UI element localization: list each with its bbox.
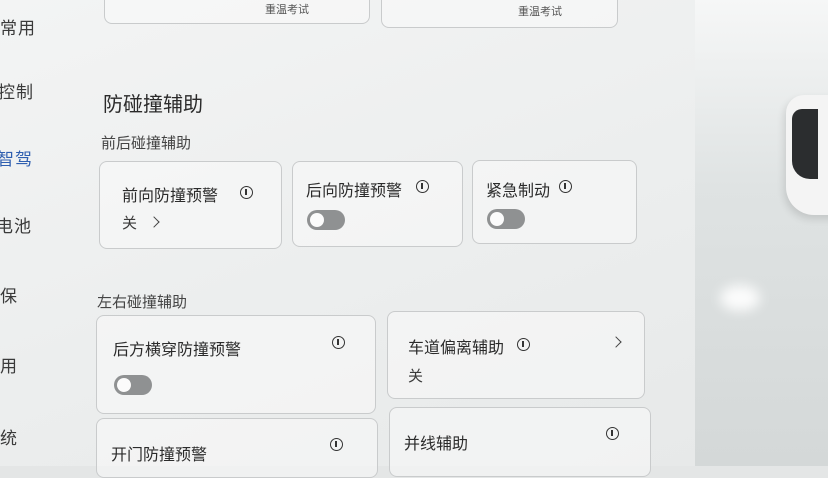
toggle-switch[interactable] xyxy=(487,209,525,229)
sidebar-item-smart-driving[interactable]: 智驾 xyxy=(0,145,33,170)
status-value: 关 xyxy=(408,367,424,385)
card-rear-collision-warning[interactable]: 后向防撞预警 xyxy=(292,161,463,247)
info-icon[interactable] xyxy=(606,427,619,440)
card-lane-departure-assist[interactable]: 车道偏离辅助 关 xyxy=(387,311,645,399)
toggle-switch[interactable] xyxy=(114,375,152,395)
toggle-knob xyxy=(117,378,131,392)
sidebar-item-system[interactable]: 统 xyxy=(0,424,18,449)
top-card-left[interactable]: 重温考试 xyxy=(104,0,370,24)
sidebar-item-general[interactable]: 用 xyxy=(0,352,18,377)
sidebar-item-common[interactable]: 常用 xyxy=(0,14,36,39)
toggle-knob xyxy=(310,213,324,227)
desk-object xyxy=(786,95,828,215)
info-icon[interactable] xyxy=(330,438,343,451)
info-icon[interactable] xyxy=(559,180,572,193)
toggle-switch[interactable] xyxy=(307,210,345,230)
info-icon[interactable] xyxy=(332,336,345,349)
top-card-right-caption: 重温考试 xyxy=(518,5,562,18)
card-label: 并线辅助 xyxy=(404,434,469,453)
card-forward-collision-warning[interactable]: 前向防撞预警 关 xyxy=(99,161,282,249)
sidebar-item-maintenance[interactable]: 保 xyxy=(0,282,18,307)
card-door-open-warning[interactable]: 开门防撞预警 xyxy=(96,418,378,478)
card-label: 车道偏离辅助 xyxy=(408,338,505,357)
group-title-left-right: 左右碰撞辅助 xyxy=(97,293,188,311)
card-lane-change-assist[interactable]: 并线辅助 xyxy=(389,407,651,477)
info-icon[interactable] xyxy=(240,186,253,199)
card-rear-cross-traffic-warning[interactable]: 后方横穿防撞预警 xyxy=(96,315,376,414)
settings-screen: 常用 控制 智驾 电池 保 用 统 重温考试 重温考试 防碰撞辅助 前后碰撞辅助… xyxy=(0,0,696,478)
desk-background xyxy=(695,0,828,466)
light-glare xyxy=(720,285,760,311)
chevron-right-icon xyxy=(148,216,160,228)
status-value: 关 xyxy=(122,214,138,232)
card-label: 开门防撞预警 xyxy=(111,445,208,464)
card-label: 后向防撞预警 xyxy=(306,181,403,200)
group-title-front-rear: 前后碰撞辅助 xyxy=(101,134,192,152)
desk-object-dark-part xyxy=(792,109,818,179)
sidebar-item-battery[interactable]: 电池 xyxy=(0,212,32,237)
toggle-knob xyxy=(490,212,504,226)
top-card-right[interactable]: 重温考试 xyxy=(381,0,618,28)
top-card-left-caption: 重温考试 xyxy=(265,3,309,16)
info-icon[interactable] xyxy=(416,180,429,193)
chevron-right-icon xyxy=(610,336,622,348)
card-emergency-braking[interactable]: 紧急制动 xyxy=(472,160,637,244)
info-icon[interactable] xyxy=(517,338,530,351)
sidebar-item-control[interactable]: 控制 xyxy=(0,78,34,103)
section-title: 防碰撞辅助 xyxy=(103,92,203,116)
card-label: 前向防撞预警 xyxy=(122,186,219,205)
card-label: 后方横穿防撞预警 xyxy=(113,340,242,359)
card-label: 紧急制动 xyxy=(486,181,551,200)
